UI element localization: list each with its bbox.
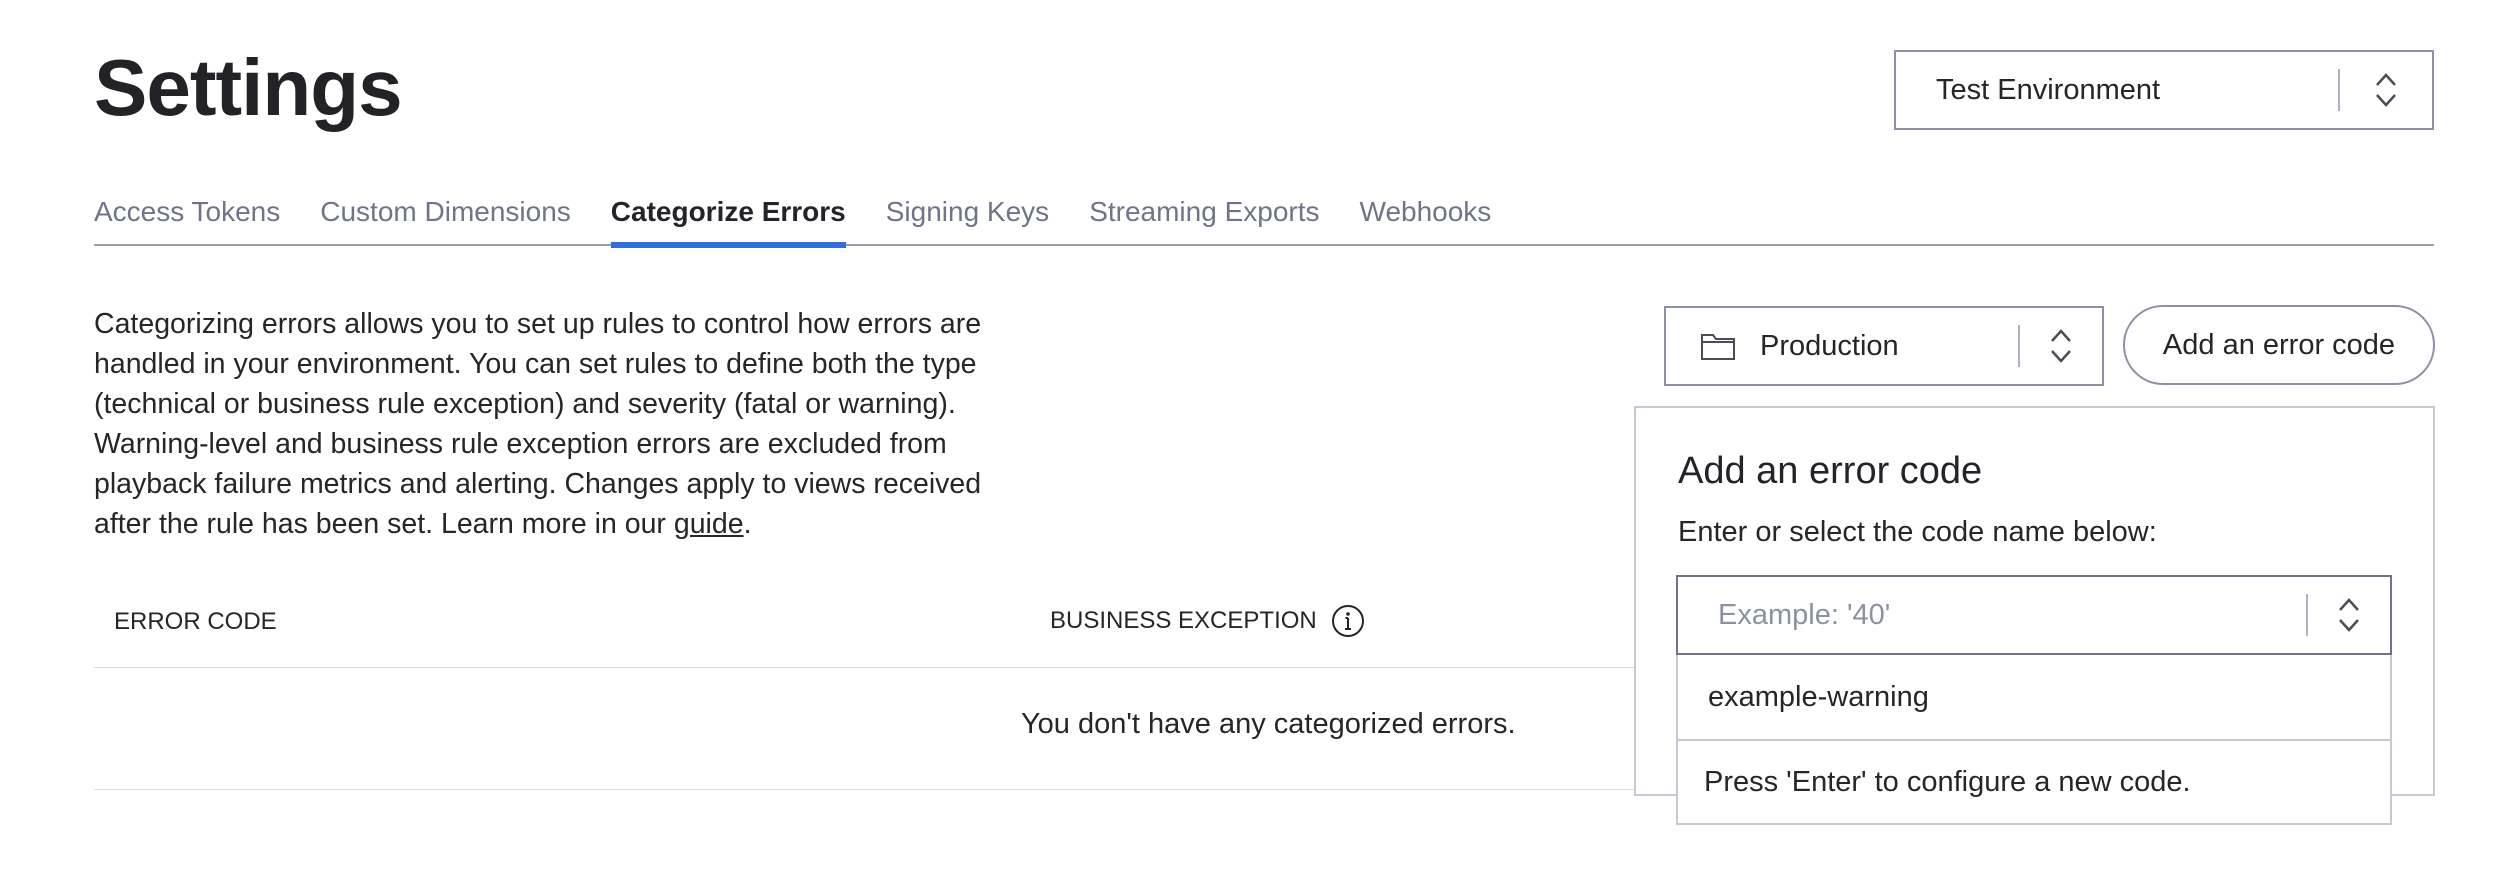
error-code-input[interactable] (1678, 577, 2306, 653)
popover-title: Add an error code (1678, 450, 1983, 492)
info-icon[interactable] (1331, 604, 1365, 638)
dropdown-hint: Press 'Enter' to configure a new code. (1704, 765, 2191, 798)
dropdown-option[interactable]: example-warning (1678, 655, 2390, 741)
popover-label: Enter or select the code name below: (1678, 516, 2157, 548)
tab-streaming-exports[interactable]: Streaming Exports (1089, 188, 1319, 246)
errors-table-header: ERROR CODE BUSINESS EXCEPTION (94, 596, 1634, 668)
error-code-combobox[interactable] (1676, 575, 2392, 655)
chevron-up-down-icon[interactable] (2020, 326, 2102, 366)
tab-categorize-errors[interactable]: Categorize Errors (610, 188, 846, 248)
empty-table-row: You don't have any categorized errors. (94, 668, 1634, 790)
tab-webhooks[interactable]: Webhooks (1360, 188, 1492, 246)
settings-tabs: Access Tokens Custom Dimensions Categori… (94, 188, 2434, 248)
tab-signing-keys[interactable]: Signing Keys (886, 188, 1049, 246)
chevron-up-down-icon[interactable] (2340, 70, 2432, 110)
description-end: . (743, 508, 752, 540)
empty-table-message: You don't have any categorized errors. (1021, 708, 1516, 740)
tab-access-tokens[interactable]: Access Tokens (94, 188, 280, 246)
add-error-code-button[interactable]: Add an error code (2123, 305, 2435, 385)
column-header-business-exception: BUSINESS EXCEPTION (1050, 604, 1365, 638)
tab-custom-dimensions[interactable]: Custom Dimensions (320, 188, 571, 246)
chevron-up-down-icon[interactable] (2308, 595, 2390, 635)
description-text: Categorizing errors allows you to set up… (94, 308, 982, 540)
categorize-errors-description: Categorizing errors allows you to set up… (94, 304, 1014, 544)
production-select-value: Production (1760, 329, 1899, 362)
column-header-error-code: ERROR CODE (114, 608, 277, 635)
column-header-business-exception-label: BUSINESS EXCEPTION (1050, 607, 1317, 634)
settings-page: Settings Test Environment Access Tokens … (0, 0, 2508, 894)
folder-icon (1701, 334, 1735, 360)
production-select[interactable]: Production (1664, 306, 2104, 386)
guide-link[interactable]: guide (674, 508, 744, 540)
environment-select-value: Test Environment (1936, 73, 2161, 106)
environment-select[interactable]: Test Environment (1894, 50, 2434, 130)
page-title: Settings (94, 43, 403, 132)
error-code-dropdown: example-warning Press 'Enter' to configu… (1676, 655, 2392, 825)
